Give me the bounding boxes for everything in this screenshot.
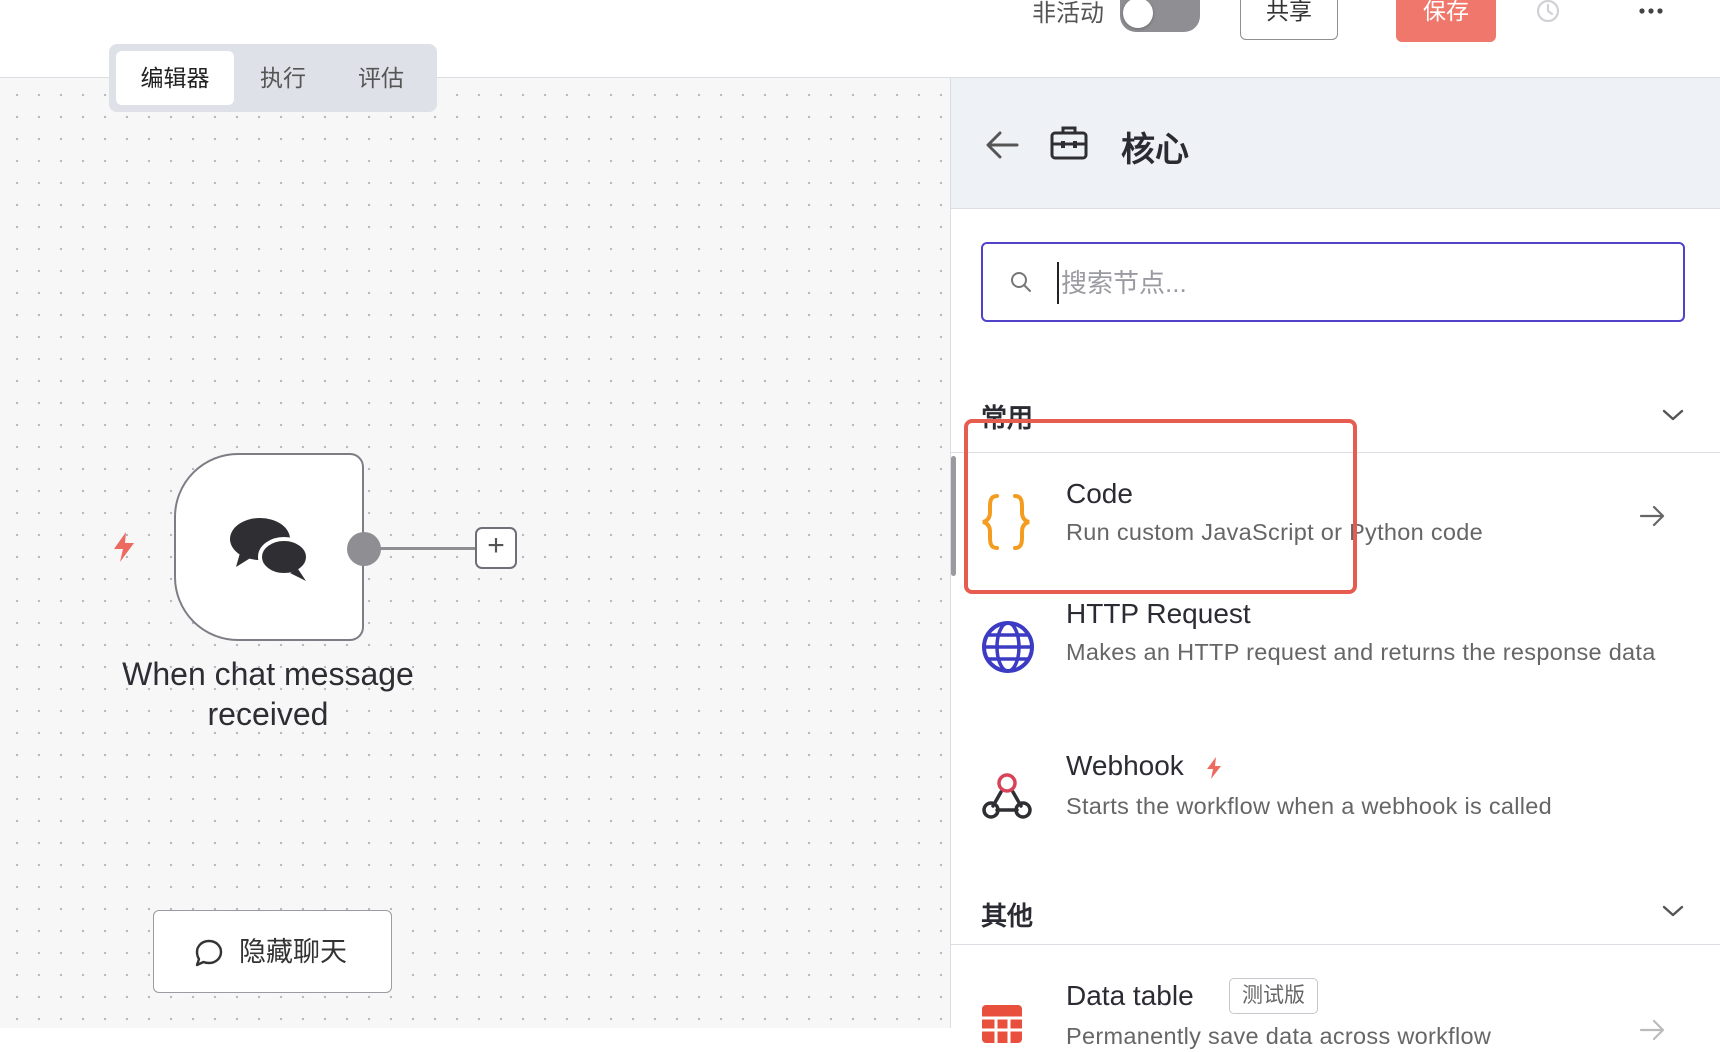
node-item-code[interactable]: Code Run custom JavaScript or Python cod… — [951, 478, 1720, 588]
section-divider — [951, 452, 1720, 453]
node-output-handle[interactable] — [347, 532, 381, 566]
node-item-title: Data table — [1066, 980, 1194, 1011]
node-item-desc: Makes an HTTP request and returns the re… — [1066, 639, 1656, 665]
view-tabs: 编辑器 执行 评估 — [109, 44, 437, 112]
node-item-title: Code — [1066, 478, 1133, 509]
panel-header: 核心 — [951, 78, 1720, 209]
tab-executions[interactable]: 执行 — [234, 51, 332, 105]
node-item-webhook[interactable]: Webhook Starts the workflow when a webho… — [951, 750, 1720, 850]
history-icon[interactable] — [1534, 0, 1562, 28]
node-item-desc: Starts the workflow when a webhook is ca… — [1066, 793, 1553, 819]
webhook-icon — [982, 773, 1032, 819]
table-icon — [982, 1005, 1022, 1043]
hide-chat-button[interactable]: 隐藏聊天 — [153, 910, 392, 993]
back-arrow-icon[interactable] — [985, 130, 1019, 160]
node-item-desc: Run custom JavaScript or Python code — [1066, 519, 1484, 545]
node-item-data-table[interactable]: Data table 测试版 Permanently save data acr… — [951, 970, 1720, 1049]
tab-editor[interactable]: 编辑器 — [116, 51, 234, 105]
chevron-down-icon[interactable] — [1661, 408, 1685, 422]
active-toggle[interactable] — [1120, 0, 1200, 32]
share-button[interactable]: 共享 — [1240, 0, 1338, 40]
search-icon — [1011, 272, 1031, 292]
node-item-http-request[interactable]: HTTP Request Makes an HTTP request and r… — [951, 598, 1720, 718]
workflow-status-label: 非活动 — [1032, 0, 1104, 27]
beta-badge: 测试版 — [1229, 978, 1318, 1014]
hide-chat-label: 隐藏聊天 — [239, 937, 347, 967]
node-item-title: HTTP Request — [1066, 598, 1251, 629]
arrow-right-icon — [1639, 505, 1665, 527]
more-options-icon[interactable] — [1638, 4, 1664, 18]
code-braces-icon — [982, 494, 1030, 550]
toggle-knob — [1123, 0, 1153, 28]
node-connector-line — [380, 547, 476, 550]
search-input[interactable] — [1057, 262, 1663, 304]
chevron-down-icon[interactable] — [1661, 904, 1685, 918]
trigger-bolt-icon — [114, 532, 134, 562]
chat-bubble-icon — [195, 939, 223, 967]
toolbox-icon — [1050, 126, 1088, 160]
node-label: When chat message received — [122, 656, 414, 732]
chat-bubbles-icon — [230, 518, 310, 581]
section-divider — [951, 944, 1720, 945]
search-box[interactable] — [981, 242, 1685, 322]
save-button[interactable]: 保存 — [1396, 0, 1496, 42]
tab-evaluations[interactable]: 评估 — [332, 51, 430, 105]
globe-icon — [982, 621, 1034, 673]
section-other-label[interactable]: 其他 — [981, 896, 1033, 933]
trigger-bolt-icon — [1207, 757, 1221, 779]
panel-title: 核心 — [1121, 131, 1189, 169]
chat-trigger-node[interactable] — [174, 453, 364, 641]
section-common-label[interactable]: 常用 — [981, 398, 1033, 435]
node-item-desc: Permanently save data across workflow — [1066, 1023, 1492, 1049]
node-item-title: Webhook — [1066, 750, 1184, 781]
add-node-button[interactable]: + — [475, 527, 517, 569]
arrow-right-icon — [1639, 1019, 1665, 1041]
node-creator-panel: 核心 常用 Code Run custom JavaScript or Pyth… — [951, 78, 1720, 1049]
